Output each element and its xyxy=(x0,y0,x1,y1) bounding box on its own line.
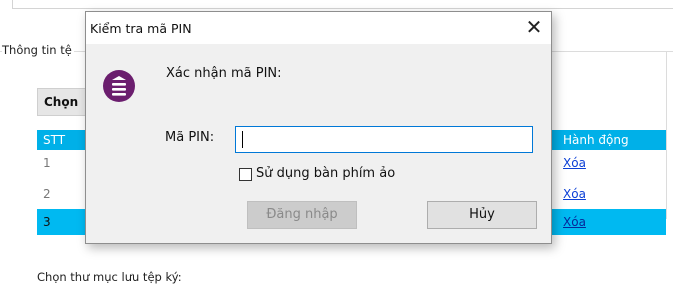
confirm-pin-label: Xác nhận mã PIN: xyxy=(166,66,282,81)
top-panel-frame xyxy=(12,0,673,9)
delete-link[interactable]: Xóa xyxy=(563,153,586,173)
virtual-keyboard-label[interactable]: Sử dụng bàn phím ảo xyxy=(256,166,395,181)
delete-link[interactable]: Xóa xyxy=(563,209,586,235)
pin-input[interactable] xyxy=(235,126,533,153)
group-box-title: Thông tin tệ xyxy=(2,43,74,57)
dialog-titlebar[interactable]: Kiểm tra mã PIN ✕ xyxy=(86,12,551,44)
cancel-button[interactable]: Hủy xyxy=(427,201,537,229)
pin-label: Mã PIN: xyxy=(165,130,215,145)
virtual-keyboard-checkbox[interactable] xyxy=(239,168,252,181)
delete-link[interactable]: Xóa xyxy=(563,184,586,204)
text-caret xyxy=(242,131,243,148)
pin-dialog: Kiểm tra mã PIN ✕ Xác nhận mã PIN: Mã PI… xyxy=(85,11,552,244)
group-box-right-border xyxy=(666,51,667,219)
close-icon[interactable]: ✕ xyxy=(517,12,551,44)
login-button[interactable]: Đăng nhập xyxy=(247,201,357,229)
row-stt: 1 xyxy=(43,156,51,170)
row-stt: 3 xyxy=(43,215,51,229)
dialog-title: Kiểm tra mã PIN xyxy=(90,21,192,36)
app-logo-icon xyxy=(103,70,135,102)
choose-file-button[interactable]: Chọn xyxy=(37,88,91,116)
header-action: Hành động xyxy=(563,133,629,147)
row-stt: 2 xyxy=(43,187,51,201)
header-stt: STT xyxy=(43,133,66,147)
